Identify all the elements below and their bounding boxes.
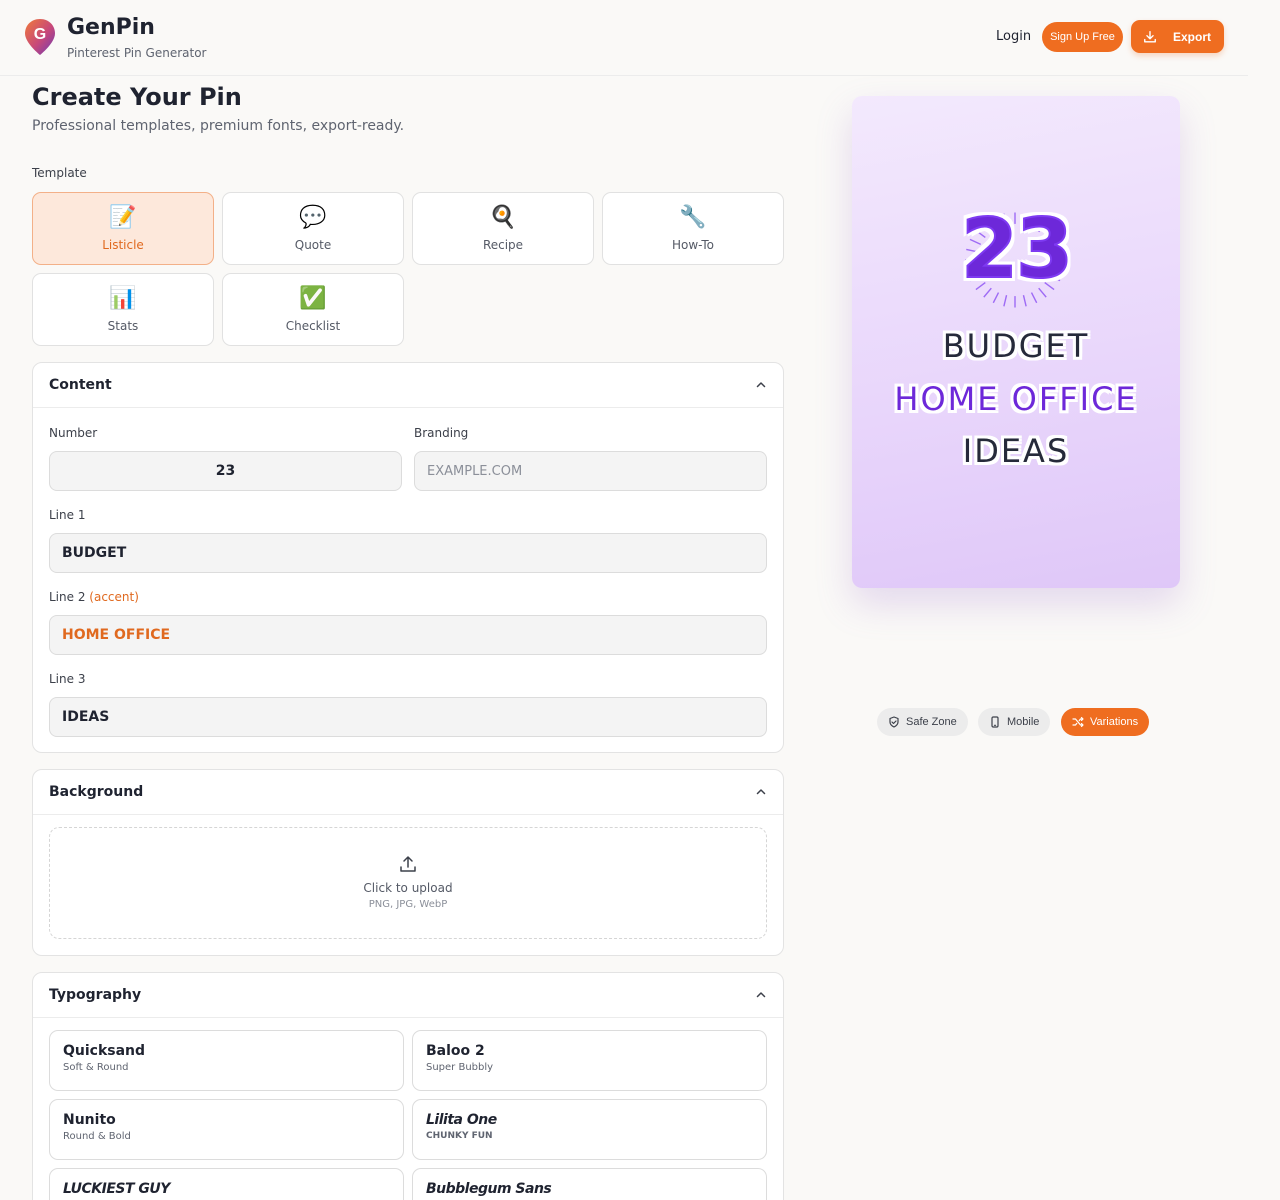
app-header: G GenPin Pinterest Pin Generator Login S… — [0, 0, 1248, 76]
template-section-label: Template — [32, 166, 87, 180]
upload-icon — [400, 856, 416, 872]
login-link[interactable]: Login — [996, 29, 1031, 44]
template-label: Stats — [107, 319, 139, 333]
shuffle-icon — [1072, 716, 1084, 728]
preview-line3: IDEAS — [962, 432, 1070, 470]
wrench-icon: 🔧 — [679, 205, 707, 230]
branding-label: Branding — [414, 426, 469, 440]
template-label: Listicle — [102, 238, 144, 252]
pin-preview: 23 BUDGET HOME OFFICE IDEAS — [852, 96, 1180, 588]
font-name: Bubblegum Sans — [426, 1181, 552, 1197]
line2-label: Line 2 (accent) — [49, 590, 139, 604]
template-label: How-To — [671, 238, 715, 252]
typography-panel-title: Typography — [49, 987, 142, 1003]
logo-letter: G — [34, 26, 46, 43]
mobile-toggle[interactable]: Mobile — [978, 708, 1051, 736]
template-stats[interactable]: 📊 Stats — [32, 273, 214, 346]
font-option-bubblegum-sans[interactable]: Bubblegum Sans — [412, 1168, 767, 1200]
number-input[interactable]: 23 — [49, 451, 402, 491]
page-title: Create Your Pin — [32, 83, 242, 111]
background-panel: Background Click to upload PNG, JPG, Web… — [32, 769, 784, 956]
line3-label: Line 3 — [49, 672, 86, 686]
line2-input[interactable]: HOME OFFICE — [49, 615, 767, 655]
preview-number: 23 — [960, 202, 1074, 297]
chevron-up-icon[interactable] — [755, 989, 767, 1001]
font-name: Lilita One — [426, 1112, 497, 1128]
export-label: Export — [1173, 29, 1212, 44]
font-option-nunito[interactable]: Nunito Round & Bold — [49, 1099, 404, 1160]
font-option-luckiest-guy[interactable]: LUCKIEST GUY — [49, 1168, 404, 1200]
upload-label: Click to upload — [363, 881, 453, 895]
template-listicle[interactable]: 📝 Listicle — [32, 192, 214, 265]
mobile-label: Mobile — [1007, 716, 1040, 728]
content-panel: Content Number 23 Branding EXAMPLE.COM L… — [32, 362, 784, 753]
preview-line2: HOME OFFICE — [894, 380, 1138, 418]
variations-label: Variations — [1090, 716, 1139, 728]
background-panel-header[interactable]: Background — [33, 770, 783, 815]
accent-note: (accent) — [89, 590, 139, 604]
font-option-lilita-one[interactable]: Lilita One CHUNKY FUN — [412, 1099, 767, 1160]
font-option-quicksand[interactable]: Quicksand Soft & Round — [49, 1030, 404, 1091]
template-checklist[interactable]: ✅ Checklist — [222, 273, 404, 346]
frying-pan-icon: 🍳 — [489, 205, 517, 230]
safe-zone-toggle[interactable]: Safe Zone — [877, 708, 968, 736]
sign-up-button[interactable]: Sign Up Free — [1042, 22, 1123, 52]
chevron-up-icon[interactable] — [755, 379, 767, 391]
typography-panel: Typography Quicksand Soft & Round Baloo … — [32, 972, 784, 1200]
font-name: Quicksand — [63, 1043, 146, 1059]
content-panel-title: Content — [49, 377, 112, 393]
template-quote[interactable]: 💬 Quote — [222, 192, 404, 265]
background-panel-title: Background — [49, 784, 144, 800]
line1-label: Line 1 — [49, 508, 86, 522]
template-label: Quote — [294, 238, 332, 252]
template-how-to[interactable]: 🔧 How-To — [602, 192, 784, 265]
branding-input[interactable]: EXAMPLE.COM — [414, 451, 767, 491]
download-icon — [1144, 30, 1156, 43]
speech-bubble-icon: 💬 — [299, 205, 327, 230]
font-description: CHUNKY FUN — [426, 1131, 493, 1141]
smartphone-icon — [991, 716, 999, 728]
content-panel-header[interactable]: Content — [33, 363, 783, 408]
safe-zone-label: Safe Zone — [906, 716, 957, 728]
typography-panel-header[interactable]: Typography — [33, 973, 783, 1018]
memo-icon: 📝 — [109, 205, 137, 230]
template-label: Recipe — [482, 238, 524, 252]
page-subtitle: Professional templates, premium fonts, e… — [32, 118, 405, 134]
check-mark-icon: ✅ — [299, 286, 327, 311]
preview-line1: BUDGET — [942, 327, 1090, 365]
upload-formats: PNG, JPG, WebP — [368, 899, 448, 910]
chevron-up-icon[interactable] — [755, 786, 767, 798]
font-description: Soft & Round — [63, 1062, 129, 1073]
line1-input[interactable]: BUDGET — [49, 533, 767, 573]
number-label: Number — [49, 426, 98, 440]
font-name: Baloo 2 — [426, 1043, 485, 1059]
template-label: Checklist — [285, 319, 341, 333]
font-name: LUCKIEST GUY — [63, 1181, 170, 1197]
export-button[interactable]: Export — [1131, 20, 1224, 53]
variations-button[interactable]: Variations — [1061, 708, 1150, 736]
shield-icon — [889, 716, 899, 728]
font-description: Round & Bold — [63, 1131, 131, 1142]
font-option-baloo-2[interactable]: Baloo 2 Super Bubbly — [412, 1030, 767, 1091]
line3-input[interactable]: IDEAS — [49, 697, 767, 737]
brand-name: GenPin — [67, 15, 155, 40]
line2-label-text: Line 2 — [49, 590, 86, 604]
genpin-logo-icon: G — [25, 19, 55, 55]
brand-subtitle: Pinterest Pin Generator — [67, 46, 207, 60]
image-upload-dropzone[interactable]: Click to upload PNG, JPG, WebP — [49, 827, 767, 939]
bar-chart-icon: 📊 — [109, 286, 137, 311]
font-description: Super Bubbly — [426, 1062, 494, 1073]
template-recipe[interactable]: 🍳 Recipe — [412, 192, 594, 265]
font-name: Nunito — [63, 1112, 116, 1128]
